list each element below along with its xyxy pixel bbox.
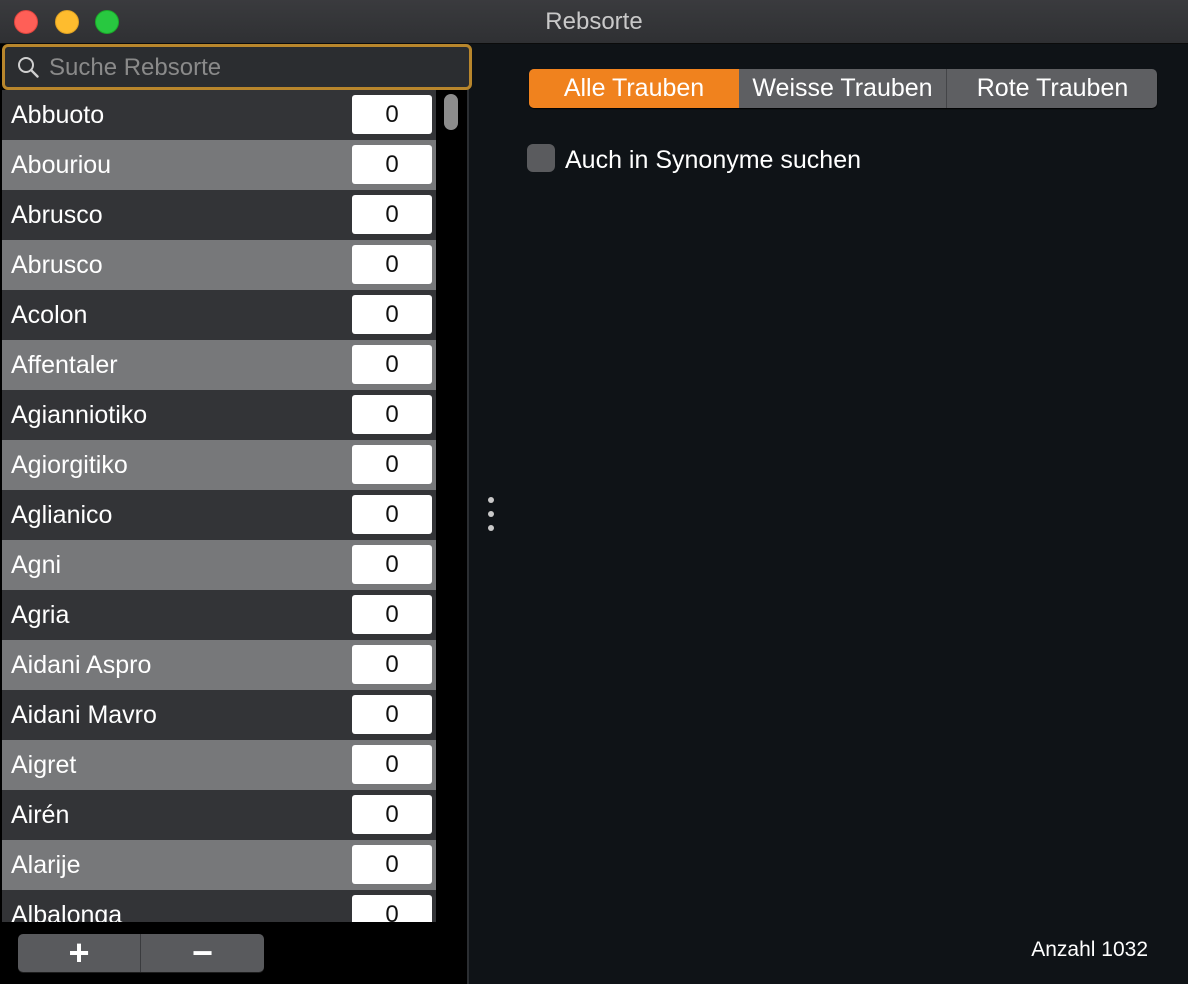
segment-red-grapes[interactable]: Rote Trauben: [948, 69, 1157, 108]
grape-list-pane: Abbuoto 0 Abouriou 0 Abrusco 0 Abrusco 0 Acolon 0…: [0, 44, 472, 984]
grape-name: Airén: [11, 801, 70, 829]
table-row[interactable]: Acolon 0: [2, 290, 436, 340]
grape-name: Agiorgitiko: [11, 451, 128, 479]
search-input[interactable]: [49, 51, 449, 85]
grape-name: Alarije: [11, 851, 81, 879]
add-grape-button[interactable]: +: [18, 934, 141, 972]
grape-count-field[interactable]: 0: [352, 595, 432, 634]
segment-white-grapes[interactable]: Weisse Trauben: [739, 69, 947, 108]
table-row[interactable]: Abrusco 0: [2, 240, 436, 290]
synonym-search-label: Auch in Synonyme suchen: [565, 146, 862, 174]
grape-count-field[interactable]: 0: [352, 545, 432, 584]
search-field[interactable]: [2, 44, 472, 90]
grape-count-field[interactable]: 0: [352, 395, 432, 434]
grape-count-field[interactable]: 0: [352, 745, 432, 784]
grape-name: Albalonga: [11, 901, 123, 922]
grape-name: Abouriou: [11, 151, 112, 179]
table-row[interactable]: Agria 0: [2, 590, 436, 640]
splitter-dot-icon: [488, 511, 494, 517]
grape-type-filter: Alle Trauben Weisse Trauben Rote Trauben: [529, 69, 1157, 108]
total-count-label: Anzahl 1032: [1031, 938, 1148, 961]
splitter-dot-icon: [488, 497, 494, 503]
table-row[interactable]: Abrusco 0: [2, 190, 436, 240]
list-toolbar: + −: [2, 922, 466, 984]
grape-name: Aigret: [11, 751, 77, 779]
grape-count-field[interactable]: 0: [352, 345, 432, 384]
scrollbar-thumb[interactable]: [444, 94, 458, 130]
grape-list[interactable]: Abbuoto 0 Abouriou 0 Abrusco 0 Abrusco 0 Acolon 0…: [2, 90, 436, 922]
grape-name: Aidani Aspro: [11, 651, 152, 679]
table-row[interactable]: Agni 0: [2, 540, 436, 590]
add-remove-group: + −: [18, 934, 264, 972]
grape-name: Aglianico: [11, 501, 113, 529]
grape-count-field[interactable]: 0: [352, 95, 432, 134]
grape-count-field[interactable]: 0: [352, 645, 432, 684]
table-row[interactable]: Aglianico 0: [2, 490, 436, 540]
table-row[interactable]: Affentaler 0: [2, 340, 436, 390]
table-row[interactable]: Abbuoto 0: [2, 90, 436, 140]
grape-name: Agni: [11, 551, 62, 579]
grape-name: Agria: [11, 601, 70, 629]
grape-name: Abrusco: [11, 251, 103, 279]
grape-name: Abrusco: [11, 201, 103, 229]
table-row[interactable]: Airén 0: [2, 790, 436, 840]
title-bar[interactable]: Rebsorte: [0, 0, 1188, 44]
grape-count-field[interactable]: 0: [352, 845, 432, 884]
grape-count-field[interactable]: 0: [352, 445, 432, 484]
table-row[interactable]: Aidani Mavro 0: [2, 690, 436, 740]
segment-all-grapes[interactable]: Alle Trauben: [529, 69, 739, 108]
app-window: Rebsorte Abbuoto0Abouriou0Abrusco0Abrusc…: [0, 0, 1188, 984]
grape-count-field[interactable]: 0: [352, 195, 432, 234]
table-row[interactable]: Agiorgitiko 0: [2, 440, 436, 490]
grape-count-field[interactable]: 0: [352, 145, 432, 184]
window-title: Rebsorte: [545, 8, 643, 35]
table-row[interactable]: Agianniotiko 0: [2, 390, 436, 440]
grape-name: Abbuoto: [11, 101, 105, 129]
table-row[interactable]: Albalonga 0: [2, 890, 436, 922]
list-scrollbar[interactable]: [436, 90, 466, 922]
grape-count-field[interactable]: 0: [352, 895, 432, 922]
grape-name: Aidani Mavro: [11, 701, 157, 729]
grape-count-field[interactable]: 0: [352, 295, 432, 334]
grape-count-field[interactable]: 0: [352, 245, 432, 284]
grape-name: Acolon: [11, 301, 88, 329]
table-row[interactable]: Aidani Aspro 0: [2, 640, 436, 690]
grape-name: Agianniotiko: [11, 401, 148, 429]
remove-grape-button[interactable]: −: [141, 934, 264, 972]
grape-name: Affentaler: [11, 351, 118, 379]
table-row[interactable]: Abouriou 0: [2, 140, 436, 190]
grape-count-field[interactable]: 0: [352, 695, 432, 734]
grape-count-field[interactable]: 0: [352, 495, 432, 534]
search-icon: [18, 57, 39, 78]
splitter-dot-icon: [488, 525, 494, 531]
table-row[interactable]: Aigret 0: [2, 740, 436, 790]
grape-count-field[interactable]: 0: [352, 795, 432, 834]
table-row[interactable]: Alarije 0: [2, 840, 436, 890]
synonym-search-checkbox[interactable]: [527, 144, 555, 172]
synonym-search-option[interactable]: Auch in Synonyme suchen: [527, 144, 927, 176]
split-view-divider[interactable]: [483, 495, 497, 535]
